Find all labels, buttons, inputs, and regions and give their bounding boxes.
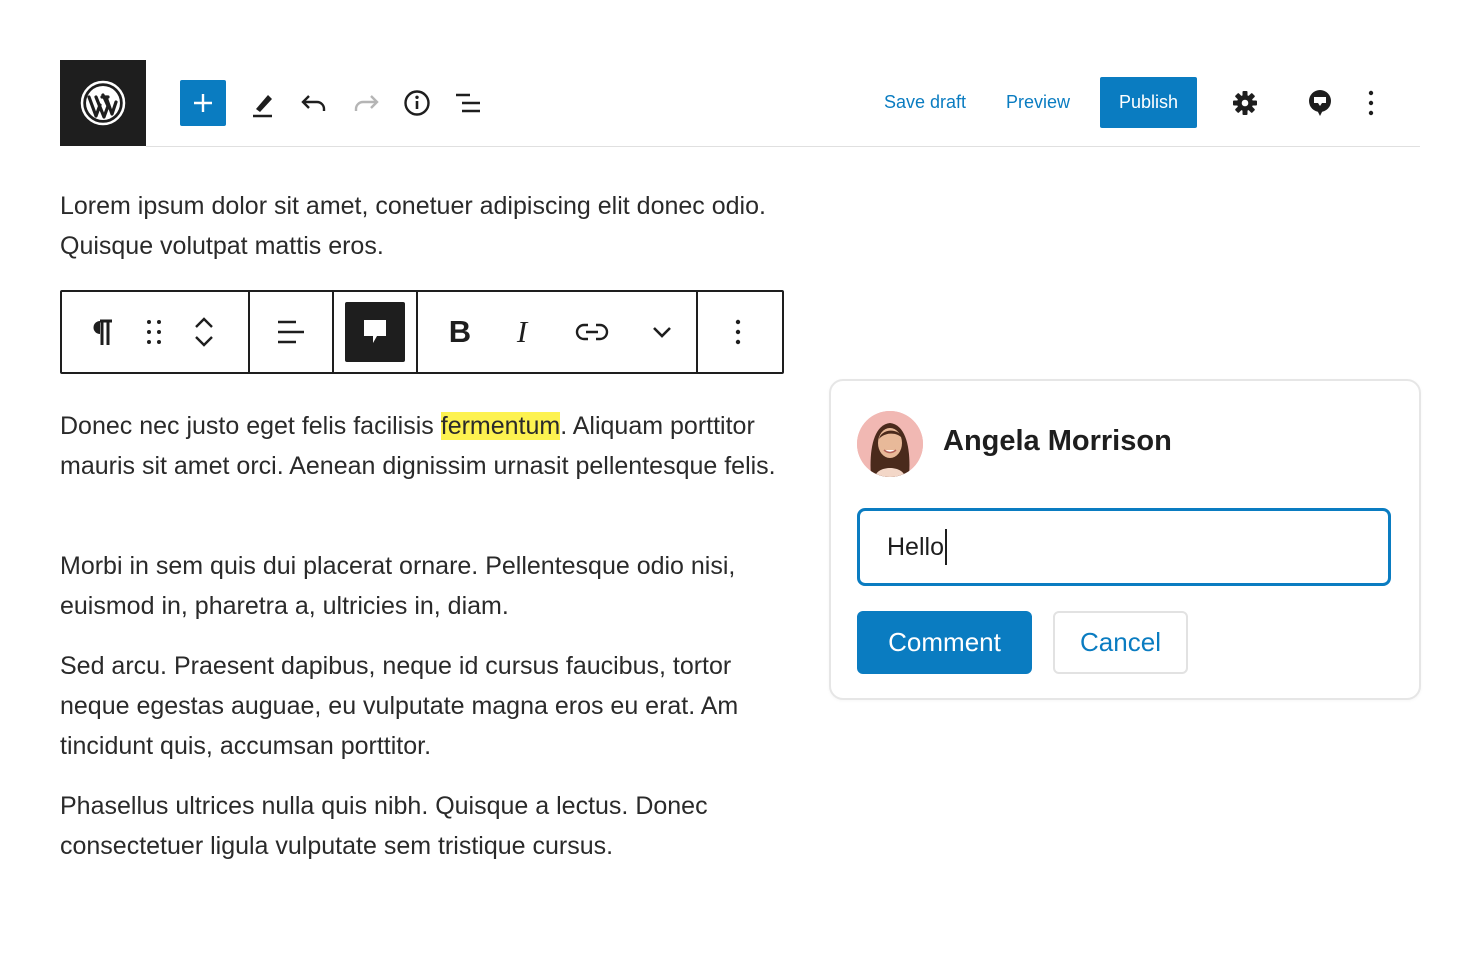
text-caret xyxy=(944,529,947,565)
paragraph-5[interactable]: Phasellus ultrices nulla quis nibh. Quis… xyxy=(60,786,800,866)
block-options-button[interactable] xyxy=(718,302,758,362)
comments-sidebar-button[interactable] xyxy=(1300,83,1340,123)
plus-icon xyxy=(194,94,212,112)
block-toolbar: B I xyxy=(60,290,784,374)
block-toolbar-group-format: B I xyxy=(418,292,698,372)
add-block-button[interactable] xyxy=(180,80,226,126)
move-down-icon xyxy=(195,336,213,347)
block-toolbar-group-block xyxy=(62,292,250,372)
preview-button[interactable]: Preview xyxy=(1006,92,1070,113)
header-divider xyxy=(146,146,1420,147)
paragraph-2-text-before: Donec nec justo eget felis facilisis xyxy=(60,412,441,440)
comments-icon xyxy=(1309,90,1331,116)
paragraph-block-button[interactable] xyxy=(84,302,120,362)
more-formats-button[interactable] xyxy=(642,302,682,362)
user-portrait-icon xyxy=(857,411,923,477)
wordpress-logo-icon xyxy=(80,80,126,126)
comment-cancel-button[interactable]: Cancel xyxy=(1053,611,1188,674)
info-icon xyxy=(404,90,430,116)
settings-gear-icon xyxy=(1233,91,1257,115)
save-draft-button[interactable]: Save draft xyxy=(884,92,966,113)
redo-icon xyxy=(354,95,379,111)
block-toolbar-group-comment xyxy=(334,292,418,372)
more-options-icon xyxy=(1368,90,1374,116)
list-view-icon xyxy=(456,93,480,113)
redo-button[interactable] xyxy=(346,83,386,123)
publish-button[interactable]: Publish xyxy=(1100,77,1197,128)
paragraph-3[interactable]: Morbi in sem quis dui placerat ornare. P… xyxy=(60,546,800,626)
add-comment-icon xyxy=(364,320,386,343)
list-view-button[interactable] xyxy=(448,83,488,123)
link-button[interactable] xyxy=(564,302,620,362)
settings-button[interactable] xyxy=(1225,83,1265,123)
drag-handle-icon xyxy=(147,320,161,344)
italic-button[interactable]: I xyxy=(502,302,542,362)
drag-handle[interactable] xyxy=(140,302,168,362)
block-toolbar-group-align xyxy=(250,292,334,372)
undo-button[interactable] xyxy=(294,83,334,123)
chevron-down-icon xyxy=(653,327,671,338)
paragraph-4[interactable]: Sed arcu. Praesent dapibus, neque id cur… xyxy=(60,646,800,766)
bold-button[interactable]: B xyxy=(440,302,480,362)
link-icon xyxy=(575,323,609,341)
block-toolbar-group-options xyxy=(698,292,778,372)
highlighted-word[interactable]: fermentum xyxy=(440,412,561,440)
comment-input-value: Hello xyxy=(887,532,944,561)
comment-input[interactable]: Hello xyxy=(857,508,1391,586)
paragraph-2[interactable]: Donec nec justo eget felis facilisis fer… xyxy=(60,406,800,486)
details-button[interactable] xyxy=(397,83,437,123)
add-comment-button[interactable] xyxy=(345,302,405,362)
paragraph-icon xyxy=(93,319,112,345)
paragraph-1[interactable]: Lorem ipsum dolor sit amet, conetuer adi… xyxy=(60,186,800,266)
more-options-button[interactable] xyxy=(1351,83,1391,123)
align-left-icon xyxy=(278,320,304,344)
move-block-buttons[interactable] xyxy=(188,302,220,362)
comment-author-name: Angela Morrison xyxy=(943,425,1172,457)
undo-icon xyxy=(301,95,326,111)
comment-submit-button[interactable]: Comment xyxy=(857,611,1032,674)
move-up-icon xyxy=(195,317,213,328)
wordpress-logo[interactable] xyxy=(60,60,146,146)
edit-mode-button[interactable] xyxy=(242,83,282,123)
align-button[interactable] xyxy=(271,302,311,362)
pencil-icon xyxy=(253,95,272,118)
more-options-icon xyxy=(735,319,741,345)
avatar xyxy=(857,411,923,477)
